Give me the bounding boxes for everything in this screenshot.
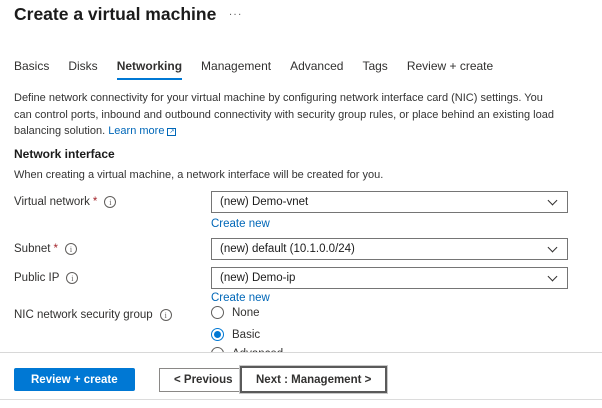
learn-more-link[interactable]: Learn more↗: [108, 125, 176, 137]
page-title: Create a virtual machine: [14, 4, 216, 25]
content-area: Create a virtual machine ... Basics Disk…: [0, 0, 602, 352]
radio-checked-icon[interactable]: [211, 328, 224, 341]
create-vm-blade: Create a virtual machine ... Basics Disk…: [0, 0, 602, 408]
nic-nsg-label: NIC network security group i: [14, 309, 172, 321]
radio-label: None: [232, 307, 260, 319]
subnet-label: Subnet* i: [14, 243, 77, 255]
virtual-network-select[interactable]: (new) Demo-vnet: [211, 191, 568, 213]
chevron-down-icon: [548, 196, 558, 206]
subnet-select[interactable]: (new) default (10.1.0.0/24): [211, 238, 568, 260]
radio-icon[interactable]: [211, 306, 224, 319]
nic-nsg-radio-basic[interactable]: Basic: [211, 328, 260, 341]
next-management-button[interactable]: Next : Management >: [240, 366, 387, 393]
previous-button[interactable]: < Previous: [159, 368, 248, 392]
public-ip-select[interactable]: (new) Demo-ip: [211, 267, 568, 289]
tab-advanced[interactable]: Advanced: [290, 59, 343, 80]
tab-basics[interactable]: Basics: [14, 59, 49, 80]
info-icon[interactable]: i: [65, 243, 77, 255]
chevron-down-icon: [548, 272, 558, 282]
virtual-network-label: Virtual network* i: [14, 196, 116, 208]
review-create-button[interactable]: Review + create: [14, 368, 135, 391]
tab-tags[interactable]: Tags: [362, 59, 387, 80]
tab-review-create[interactable]: Review + create: [407, 59, 493, 80]
public-ip-label: Public IP i: [14, 272, 78, 284]
nic-nsg-radio-none[interactable]: None: [211, 306, 260, 319]
wizard-tabs: Basics Disks Networking Management Advan…: [14, 59, 493, 80]
tab-disks[interactable]: Disks: [68, 59, 97, 80]
tab-description: Define network connectivity for your vir…: [14, 90, 554, 140]
bottom-divider: [0, 399, 602, 400]
tab-networking[interactable]: Networking: [117, 59, 182, 80]
info-icon[interactable]: i: [66, 272, 78, 284]
public-ip-create-new-link: Create new: [211, 292, 270, 304]
virtual-network-create-new-link: Create new: [211, 218, 270, 230]
required-marker: *: [93, 196, 97, 208]
tab-description-text: Define network connectivity for your vir…: [14, 92, 554, 137]
info-icon[interactable]: i: [104, 196, 116, 208]
external-link-icon: ↗: [167, 128, 176, 136]
wizard-footer: Review + create < Previous Next : Manage…: [0, 352, 602, 399]
more-options-icon[interactable]: ...: [229, 6, 243, 18]
required-marker: *: [53, 243, 57, 255]
radio-label: Basic: [232, 329, 260, 341]
chevron-down-icon: [548, 243, 558, 253]
info-icon[interactable]: i: [160, 309, 172, 321]
tab-management[interactable]: Management: [201, 59, 271, 80]
section-heading: Network interface: [14, 147, 115, 161]
section-description: When creating a virtual machine, a netwo…: [14, 169, 383, 181]
